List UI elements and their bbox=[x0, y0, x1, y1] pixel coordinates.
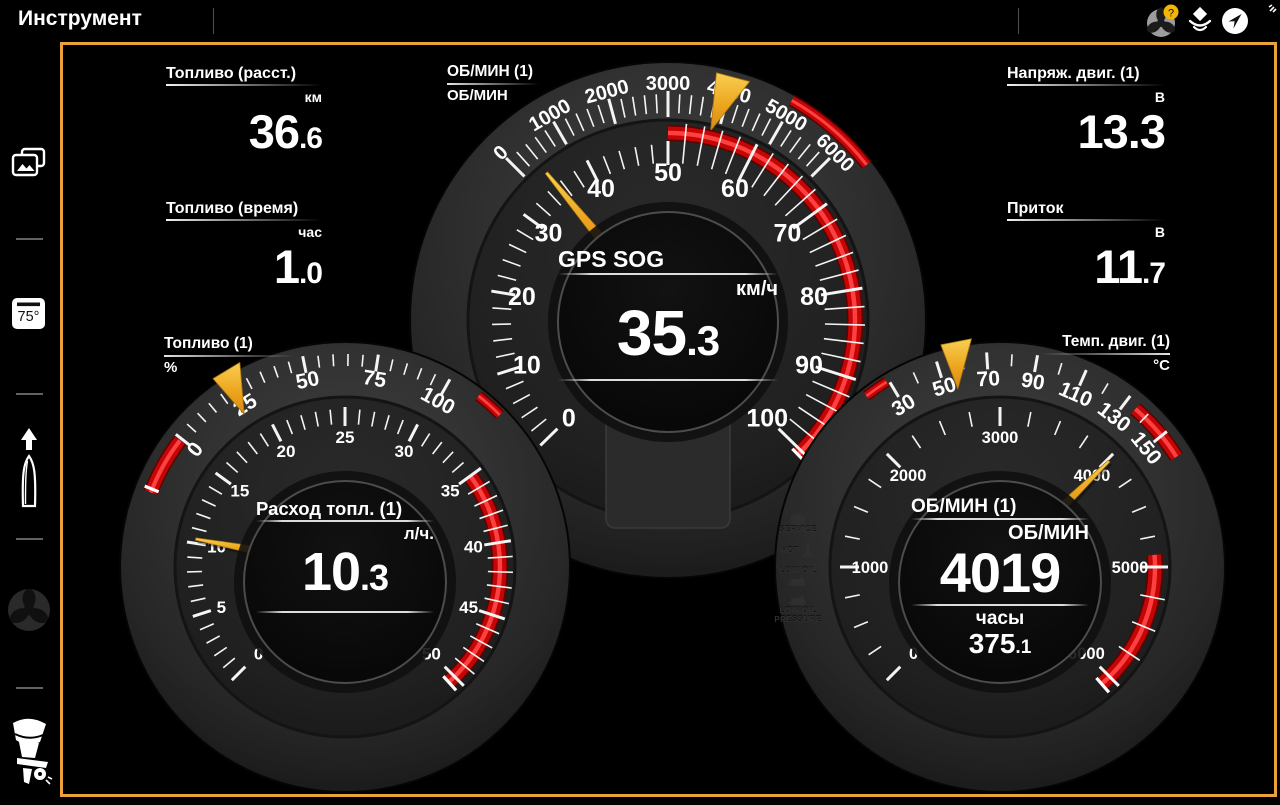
field-underline bbox=[166, 219, 322, 221]
field-value: 1.0 bbox=[166, 245, 322, 296]
warning-service: SERVICE bbox=[758, 512, 838, 534]
field-underline bbox=[1007, 84, 1165, 86]
field-label: Напряж. двиг. (1) bbox=[1007, 64, 1165, 83]
sidebar-divider bbox=[16, 538, 43, 540]
propulsion-icon[interactable] bbox=[6, 587, 52, 638]
warning-low-oil-pressure: LOW OIL PRESSURE bbox=[758, 594, 838, 624]
sidebar: 75° bbox=[0, 42, 60, 800]
field-aux-voltage: Приток В 11.7 bbox=[1007, 199, 1165, 296]
temperature-widget-icon[interactable]: 75° bbox=[9, 295, 49, 338]
engine-icon bbox=[788, 512, 808, 525]
sidebar-divider bbox=[16, 238, 43, 240]
engine-hours-value: 375.1 bbox=[911, 630, 1089, 662]
rpm-value: 4019 bbox=[911, 547, 1089, 599]
topbar-divider bbox=[1018, 8, 1019, 34]
gps-status-icon[interactable]: GPS + bbox=[1249, 2, 1279, 38]
svg-text:+: + bbox=[1251, 25, 1256, 35]
field-value: 13.3 bbox=[1007, 110, 1165, 161]
oil-can-icon bbox=[788, 594, 808, 606]
field-fuel-time: Топливо (время) час 1.0 bbox=[166, 199, 322, 296]
warning-low-oil: LOW OIL bbox=[758, 566, 838, 587]
outboard-motor-icon[interactable] bbox=[5, 714, 55, 799]
heading-icon[interactable] bbox=[1220, 6, 1250, 41]
instrument-screen: Инструмент ? bbox=[0, 0, 1280, 800]
field-underline bbox=[1007, 219, 1165, 221]
field-unit: км bbox=[166, 89, 322, 106]
sidebar-divider bbox=[16, 393, 43, 395]
vessel-icon[interactable] bbox=[11, 426, 47, 521]
field-underline bbox=[166, 84, 322, 86]
gps-label: GPS bbox=[1251, 11, 1277, 25]
gauge-hub-fuel-rate: Расход топл. (1) л/ч. 10.3 bbox=[256, 498, 434, 613]
screenshots-icon[interactable] bbox=[9, 146, 51, 187]
status-badge: ? bbox=[1168, 7, 1174, 19]
page-title: Инструмент bbox=[18, 7, 142, 31]
field-value: 11.7 bbox=[1007, 245, 1165, 296]
gauge-hub-rpm: ОБ/МИН (1) ОБ/МИН 4019 часы 375.1 bbox=[911, 496, 1089, 662]
field-label: Топливо (расст.) bbox=[166, 64, 322, 83]
temp-widget-label: 75° bbox=[18, 309, 40, 325]
field-fuel-distance: Топливо (расст.) км 36.6 bbox=[166, 64, 322, 161]
engine-status-icon[interactable]: ? bbox=[1144, 2, 1182, 45]
tachometer-scale-label: ОБ/МИН (1) ОБ/МИН bbox=[447, 63, 539, 105]
field-label: Приток bbox=[1007, 199, 1165, 218]
speed-value: 35.3 bbox=[558, 303, 778, 371]
engine-hours-label: часы bbox=[911, 608, 1089, 630]
topbar-divider bbox=[213, 8, 214, 34]
sidebar-divider bbox=[16, 687, 43, 689]
field-value: 36.6 bbox=[166, 110, 322, 161]
thermometer-icon bbox=[801, 541, 815, 559]
warning-hot: HOT bbox=[758, 541, 838, 559]
fuel-level-scale-label: Топливо (1) % bbox=[164, 335, 294, 377]
sonar-icon[interactable] bbox=[1186, 6, 1214, 41]
gauge-hub-speed: GPS SOG км/ч 35.3 bbox=[558, 246, 778, 381]
oil-can-icon bbox=[788, 575, 808, 587]
field-label: Топливо (время) bbox=[166, 199, 322, 218]
field-engine-voltage: Напряж. двиг. (1) В 13.3 bbox=[1007, 64, 1165, 161]
field-unit: час bbox=[166, 224, 322, 241]
field-unit: В bbox=[1007, 224, 1165, 241]
top-bar: Инструмент ? bbox=[0, 0, 1280, 42]
fuel-rate-value: 10.3 bbox=[256, 546, 434, 604]
engine-temp-scale-label: Темп. двиг. (1) °C bbox=[1040, 333, 1170, 375]
engine-warning-cluster: SERVICE HOT LOW OIL LOW OIL PRESSURE bbox=[758, 512, 838, 631]
field-unit: В bbox=[1007, 89, 1165, 106]
